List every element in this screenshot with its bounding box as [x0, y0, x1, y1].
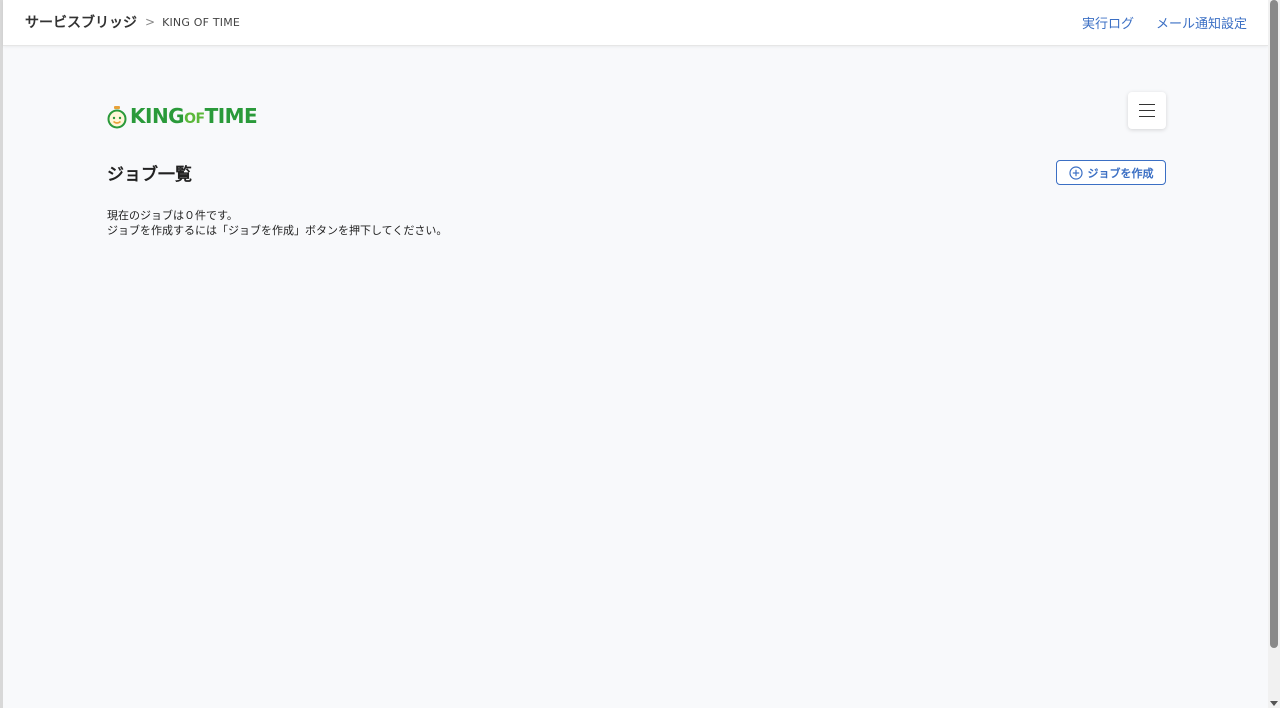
page-title: ジョブ一覧 — [107, 165, 192, 185]
scrollbar-thumb[interactable] — [1270, 0, 1278, 648]
execution-log-link[interactable]: 実行ログ — [1082, 13, 1134, 32]
vertical-scrollbar[interactable] — [1268, 0, 1280, 708]
email-notification-settings-link[interactable]: メール通知設定 — [1156, 13, 1247, 32]
menu-button[interactable] — [1128, 92, 1166, 129]
empty-state-message: 現在のジョブは０件です。 ジョブを作成するには「ジョブを作成」ボタンを押下してく… — [107, 208, 447, 238]
app-frame: サービスブリッジ > KING OF TIME 実行ログ メール通知設定 KIN… — [0, 0, 1268, 708]
empty-message-line-1: 現在のジョブは０件です。 — [107, 209, 238, 222]
logo-text-of: OF — [184, 111, 205, 127]
breadcrumb-root[interactable]: サービスブリッジ — [25, 12, 137, 32]
header-links: 実行ログ メール通知設定 — [1082, 13, 1247, 32]
top-navigation-bar: サービスブリッジ > KING OF TIME 実行ログ メール通知設定 — [3, 0, 1268, 46]
create-job-button[interactable]: ジョブを作成 — [1056, 160, 1166, 185]
logo-text: KINGOFTIME — [130, 104, 258, 131]
logo-text-king: KING — [130, 104, 185, 128]
create-job-button-label: ジョブを作成 — [1087, 166, 1154, 180]
king-of-time-logo: KINGOFTIME — [107, 104, 258, 131]
plus-circle-icon — [1068, 165, 1083, 180]
logo-text-time: TIME — [204, 104, 258, 128]
empty-message-line-2: ジョブを作成するには「ジョブを作成」ボタンを押下してください。 — [107, 224, 448, 237]
breadcrumb-current: KING OF TIME — [162, 15, 241, 29]
clock-face-icon — [107, 105, 127, 128]
breadcrumb-separator-icon: > — [145, 15, 156, 29]
scroll-down-arrow-icon[interactable] — [1270, 701, 1278, 706]
breadcrumb: サービスブリッジ > KING OF TIME — [25, 12, 240, 32]
hamburger-icon — [1139, 103, 1155, 118]
